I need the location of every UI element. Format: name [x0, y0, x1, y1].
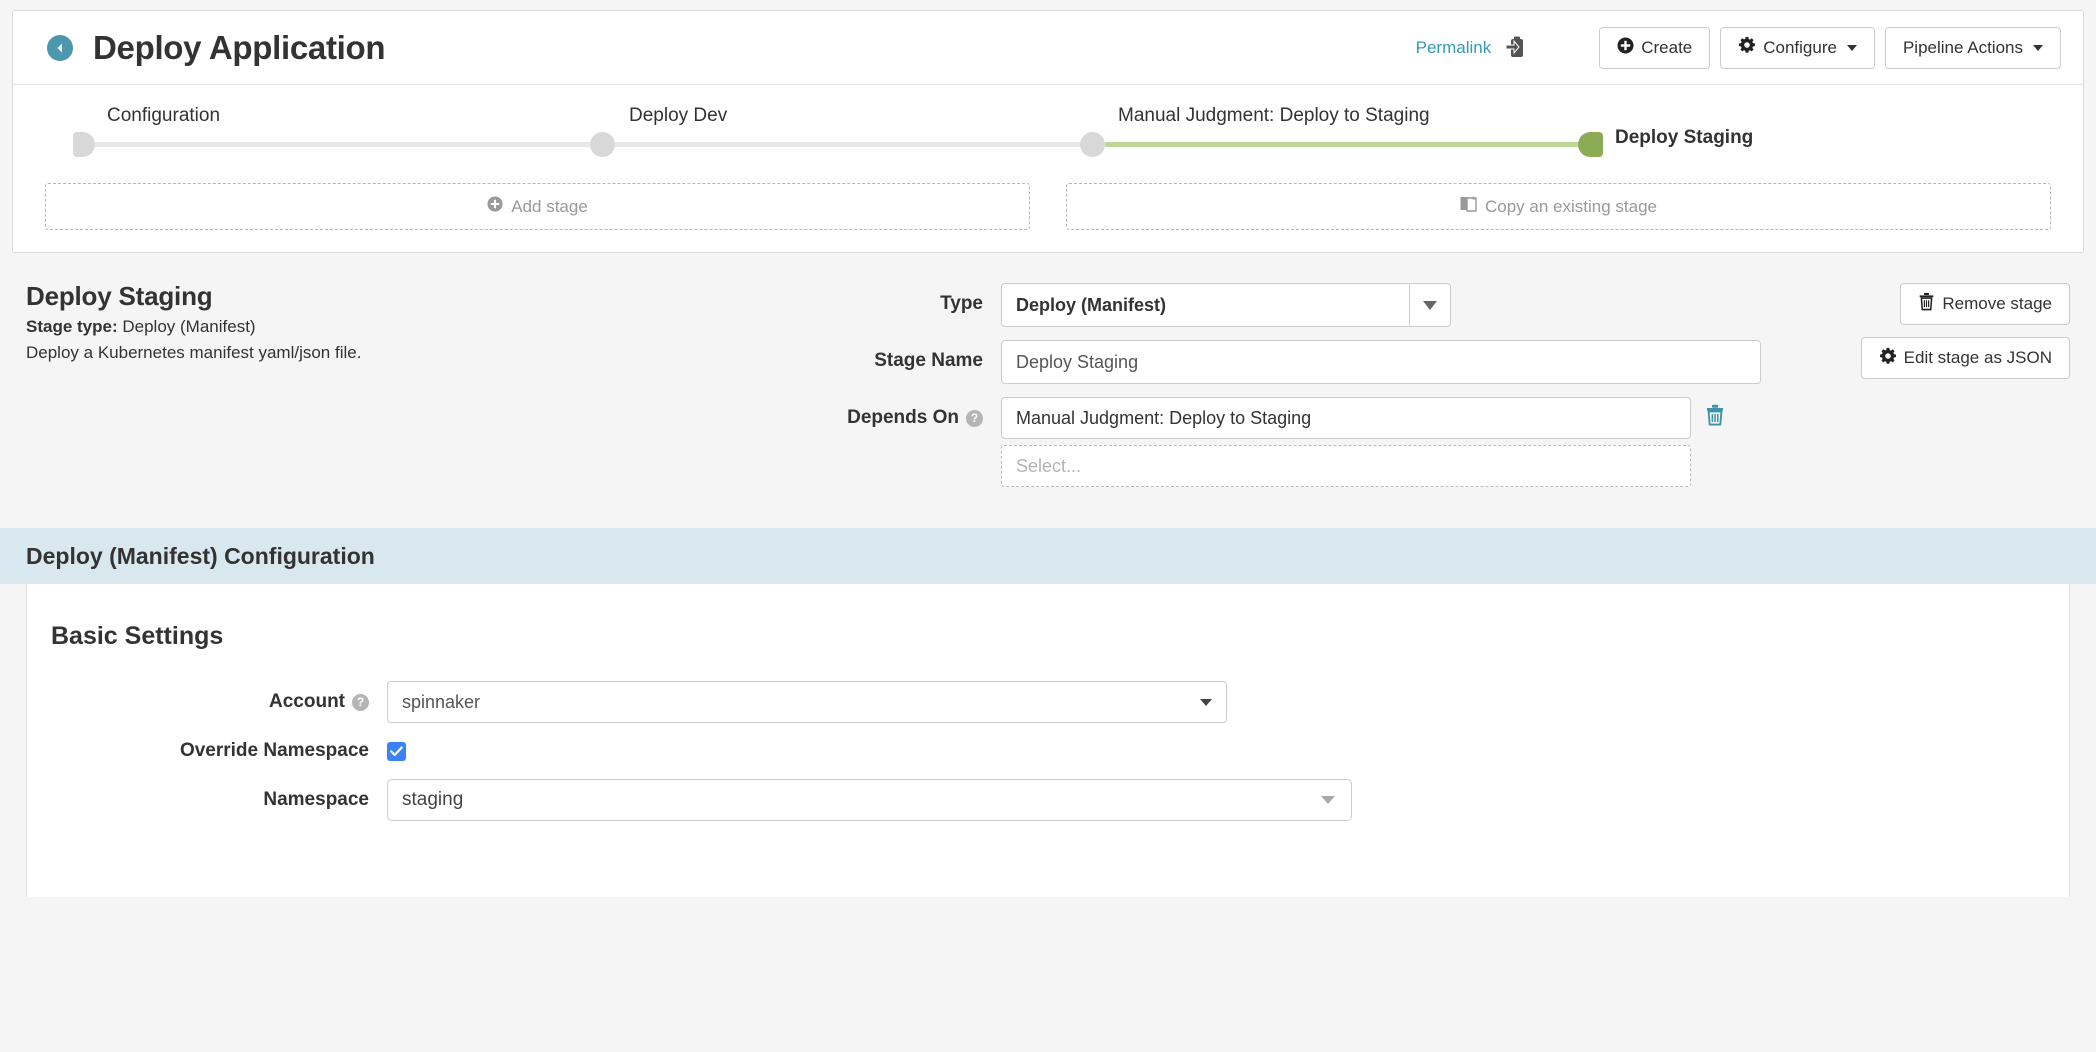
pipeline-card: Deploy Application Permalink Create Conf… — [12, 10, 2084, 253]
header-actions: Permalink Create Configure Pipeline Acti… — [1416, 26, 2061, 69]
add-stage-label: Add stage — [511, 196, 588, 216]
plus-circle-icon — [1617, 37, 1634, 59]
gear-icon — [1879, 347, 1897, 370]
caret-down-icon — [1423, 300, 1437, 310]
page-title: Deploy Application — [93, 28, 386, 66]
trash-icon[interactable] — [1705, 404, 1725, 431]
stage-node-configuration[interactable] — [73, 132, 95, 157]
chevron-down-icon — [2033, 44, 2043, 51]
caret-down-icon — [1321, 796, 1335, 804]
stage-type-select-caret-button[interactable] — [1409, 283, 1451, 327]
depends-on-add-row: Select... — [1001, 445, 1725, 487]
stage-type-value: Deploy (Manifest) — [122, 317, 256, 336]
create-button[interactable]: Create — [1599, 26, 1711, 69]
pipeline-header: Deploy Application Permalink Create Conf… — [13, 11, 2083, 85]
chevron-down-icon — [1846, 44, 1857, 51]
stage-node-row: Configuration Deploy Dev Manual Judgment… — [45, 105, 2051, 169]
type-label: Type — [940, 293, 983, 314]
remove-stage-button[interactable]: Remove stage — [1900, 283, 2070, 325]
help-icon[interactable]: ? — [352, 693, 369, 711]
stage-form: Type Deploy (Manifest) Stage Name Deploy… — [646, 281, 1861, 500]
pipeline-actions-button[interactable]: Pipeline Actions — [1884, 26, 2061, 69]
copy-existing-stage-label: Copy an existing stage — [1485, 196, 1657, 216]
remove-stage-label: Remove stage — [1942, 294, 2052, 313]
stage-title: Deploy Staging — [26, 281, 213, 311]
stage-name-label: Stage Name — [874, 350, 983, 371]
stage-name-row: Stage Name Deploy Staging — [646, 340, 1861, 384]
account-row: Account ? spinnaker — [27, 681, 2069, 723]
stage-node-manual-judgment[interactable] — [1080, 132, 1105, 157]
configure-button[interactable]: Configure — [1720, 26, 1875, 69]
stage-label-deploy-dev[interactable]: Deploy Dev — [629, 105, 727, 127]
stage-type-select[interactable]: Deploy (Manifest) — [1001, 283, 1451, 327]
account-select[interactable]: spinnaker — [387, 681, 1227, 723]
stage-description: Deploy a Kubernetes manifest yaml/json f… — [26, 343, 362, 362]
pipeline-actions-button-label: Pipeline Actions — [1902, 37, 2023, 57]
stage-name-input[interactable]: Deploy Staging — [1001, 340, 1761, 384]
stage-action-buttons: Remove stage Edit stage as JSON — [1860, 281, 2070, 379]
account-label: Account ? — [27, 691, 387, 713]
edit-stage-as-json-button[interactable]: Edit stage as JSON — [1860, 337, 2070, 379]
configure-button-label: Configure — [1763, 37, 1837, 57]
override-namespace-row: Override Namespace — [27, 740, 2069, 762]
namespace-select-value: staging — [402, 789, 464, 810]
graph-connector-line-active — [1105, 142, 1595, 147]
back-arrow-circle-icon[interactable] — [47, 34, 73, 61]
namespace-label: Namespace — [263, 789, 369, 810]
depends-on-select-placeholder[interactable]: Select... — [1001, 445, 1691, 487]
namespace-row: Namespace staging — [27, 779, 2069, 821]
edit-stage-as-json-label: Edit stage as JSON — [1903, 348, 2052, 367]
help-icon[interactable]: ? — [966, 409, 983, 427]
stage-node-deploy-staging[interactable] — [1578, 132, 1603, 157]
depends-on-value[interactable]: Manual Judgment: Deploy to Staging — [1001, 397, 1691, 439]
stage-info: Deploy Staging Stage type: Deploy (Manif… — [26, 281, 646, 363]
clipboard-copy-icon[interactable] — [1505, 36, 1527, 60]
add-stage-button[interactable]: Add stage — [45, 183, 1030, 230]
namespace-select[interactable]: staging — [387, 779, 1352, 821]
stage-label-deploy-staging[interactable]: Deploy Staging — [1615, 127, 1753, 149]
permalink-link[interactable]: Permalink — [1416, 38, 1492, 58]
depends-on-label-text: Depends On — [847, 407, 959, 428]
depends-on-row: Depends On ? Manual Judgment: Deploy to … — [646, 397, 1861, 487]
stage-add-row: Add stage Copy an existing stage — [45, 183, 2051, 230]
create-button-label: Create — [1641, 37, 1693, 57]
basic-settings-title: Basic Settings — [51, 622, 224, 650]
depends-on-fields: Manual Judgment: Deploy to Staging Selec… — [1001, 397, 1725, 487]
plus-circle-icon — [487, 196, 503, 217]
config-body: Basic Settings Account ? spinnaker Overr… — [26, 584, 2070, 897]
trash-icon — [1918, 292, 1935, 316]
pipeline-graph: Configuration Deploy Dev Manual Judgment… — [13, 85, 2083, 252]
depends-on-label: Depends On ? — [646, 397, 1001, 429]
account-label-text: Account — [269, 691, 345, 712]
stage-node-deploy-dev[interactable] — [590, 132, 615, 157]
stage-label-manual-judgment[interactable]: Manual Judgment: Deploy to Staging — [1118, 105, 1430, 127]
stage-type-select-value[interactable]: Deploy (Manifest) — [1001, 283, 1409, 327]
stage-type-label: Stage type: — [26, 317, 118, 336]
caret-down-icon — [1200, 698, 1212, 706]
override-namespace-checkbox[interactable] — [387, 741, 406, 761]
gear-icon — [1738, 36, 1756, 59]
account-select-value: spinnaker — [402, 691, 481, 712]
stage-type-line: Stage type: Deploy (Manifest) — [26, 317, 646, 337]
stage-detail-section: Deploy Staging Stage type: Deploy (Manif… — [0, 253, 2096, 500]
override-namespace-label: Override Namespace — [179, 740, 369, 761]
stage-label-configuration[interactable]: Configuration — [107, 105, 220, 127]
copy-existing-stage-button[interactable]: Copy an existing stage — [1066, 183, 2051, 230]
copy-file-icon — [1460, 195, 1477, 218]
type-row: Type Deploy (Manifest) — [646, 283, 1861, 327]
config-band: Deploy (Manifest) Configuration — [0, 528, 2096, 584]
config-band-title: Deploy (Manifest) Configuration — [26, 542, 375, 569]
